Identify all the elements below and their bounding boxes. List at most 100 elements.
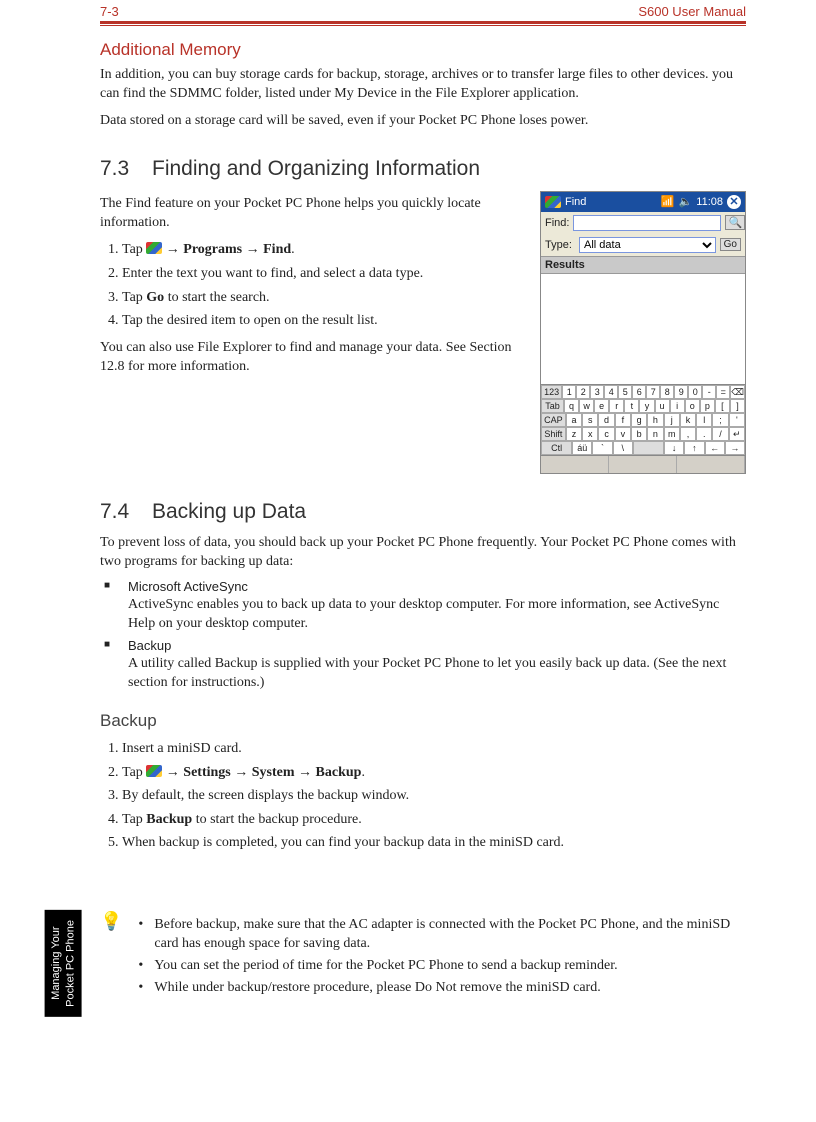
- kbd-key[interactable]: 1: [562, 385, 576, 399]
- steps-backup: Insert a miniSD card. Tap → Settings → S…: [100, 739, 746, 853]
- bullet-activesync: Microsoft ActiveSync ActiveSync enables …: [100, 579, 746, 634]
- kbd-key[interactable]: s: [582, 413, 598, 427]
- kbd-key[interactable]: Tab: [541, 399, 564, 413]
- ppc-signal-icon: 📶: [661, 195, 675, 208]
- kbd-key[interactable]: l: [696, 413, 712, 427]
- kbd-key[interactable]: ': [729, 413, 745, 427]
- bullets-7-4: Microsoft ActiveSync ActiveSync enables …: [100, 579, 746, 693]
- kbd-key[interactable]: \: [613, 441, 633, 455]
- kbd-key[interactable]: e: [594, 399, 609, 413]
- kbd-key[interactable]: ↓: [664, 441, 684, 455]
- kbd-key[interactable]: Shift: [541, 427, 566, 441]
- document-title: S600 User Manual: [638, 4, 746, 19]
- kbd-key[interactable]: f: [615, 413, 631, 427]
- kbd-key[interactable]: c: [598, 427, 614, 441]
- kbd-key[interactable]: [: [715, 399, 730, 413]
- kbd-key[interactable]: t: [624, 399, 639, 413]
- kbd-key[interactable]: 3: [590, 385, 604, 399]
- kbd-key[interactable]: y: [639, 399, 654, 413]
- kbd-key[interactable]: p: [700, 399, 715, 413]
- ppc-go-button[interactable]: Go: [720, 238, 741, 251]
- ppc-find-input[interactable]: [573, 215, 721, 231]
- kbd-key[interactable]: x: [582, 427, 598, 441]
- kbd-key[interactable]: 4: [604, 385, 618, 399]
- kbd-key[interactable]: a: [566, 413, 582, 427]
- step-7-3-3: Tap Go to start the search.: [122, 288, 524, 308]
- kbd-key[interactable]: /: [712, 427, 728, 441]
- heading-additional-memory: Additional Memory: [100, 40, 746, 60]
- tip-2: You can set the period of time for the P…: [132, 957, 746, 976]
- kbd-key[interactable]: r: [609, 399, 624, 413]
- kbd-key[interactable]: i: [670, 399, 685, 413]
- para-additional-memory-2: Data stored on a storage card will be sa…: [100, 112, 746, 131]
- kbd-key[interactable]: CAP: [541, 413, 566, 427]
- kbd-key[interactable]: o: [685, 399, 700, 413]
- kbd-key[interactable]: d: [598, 413, 614, 427]
- ppc-results-area: [541, 274, 745, 384]
- kbd-key[interactable]: ,: [680, 427, 696, 441]
- kbd-key[interactable]: ←: [705, 441, 725, 455]
- kbd-key[interactable]: g: [631, 413, 647, 427]
- start-icon: [146, 242, 162, 254]
- ppc-type-label: Type:: [545, 239, 575, 251]
- ppc-search-icon[interactable]: 🔍: [725, 215, 745, 230]
- step-7-3-1: Tap → Programs → Find.: [122, 240, 524, 260]
- kbd-key[interactable]: 9: [674, 385, 688, 399]
- ppc-results-header: Results: [541, 256, 745, 274]
- kbd-key[interactable]: .: [696, 427, 712, 441]
- bullet-backup: Backup A utility called Backup is suppli…: [100, 638, 746, 693]
- kbd-key[interactable]: 0: [688, 385, 702, 399]
- kbd-key[interactable]: q: [564, 399, 579, 413]
- para-7-3-intro: The Find feature on your Pocket PC Phone…: [100, 195, 524, 233]
- start-icon: [146, 765, 162, 777]
- step-backup-3: By default, the screen displays the back…: [122, 786, 746, 806]
- kbd-key[interactable]: 123: [541, 385, 562, 399]
- kbd-key[interactable]: b: [631, 427, 647, 441]
- kbd-key[interactable]: z: [566, 427, 582, 441]
- kbd-key[interactable]: [633, 441, 664, 455]
- heading-7-4: 7.4Backing up Data: [100, 500, 746, 524]
- step-7-3-2: Enter the text you want to find, and sel…: [122, 264, 524, 284]
- kbd-key[interactable]: 7: [646, 385, 660, 399]
- kbd-key[interactable]: ]: [730, 399, 745, 413]
- kbd-key[interactable]: ↵: [729, 427, 745, 441]
- kbd-key[interactable]: 8: [660, 385, 674, 399]
- kbd-key[interactable]: 2: [576, 385, 590, 399]
- kbd-key[interactable]: j: [664, 413, 680, 427]
- kbd-key[interactable]: k: [680, 413, 696, 427]
- step-backup-5: When backup is completed, you can find y…: [122, 833, 746, 853]
- heading-7-3: 7.3Finding and Organizing Information: [100, 157, 746, 181]
- para-7-4-intro: To prevent loss of data, you should back…: [100, 534, 746, 572]
- ppc-keyboard[interactable]: 1231234567890-=⌫ Tabqwertyuiop[] CAPasdf…: [541, 384, 745, 455]
- heading-7-3-number: 7.3: [100, 157, 152, 181]
- para-additional-memory-1: In addition, you can buy storage cards f…: [100, 66, 746, 104]
- kbd-key[interactable]: m: [664, 427, 680, 441]
- kbd-key[interactable]: h: [647, 413, 663, 427]
- kbd-key[interactable]: ↑: [684, 441, 704, 455]
- kbd-key[interactable]: n: [647, 427, 663, 441]
- heading-backup: Backup: [100, 711, 746, 731]
- kbd-key[interactable]: u: [655, 399, 670, 413]
- kbd-key[interactable]: ;: [712, 413, 728, 427]
- kbd-key[interactable]: v: [615, 427, 631, 441]
- kbd-key[interactable]: ⌫: [730, 385, 745, 399]
- ppc-type-select[interactable]: All data: [579, 237, 716, 253]
- chapter-side-tab: Managing YourPocket PC Phone: [45, 910, 82, 1017]
- kbd-key[interactable]: =: [716, 385, 730, 399]
- ppc-title-text: Find: [565, 196, 586, 208]
- ppc-close-icon[interactable]: ✕: [727, 195, 741, 209]
- kbd-key[interactable]: áü: [572, 441, 592, 455]
- kbd-key[interactable]: 5: [618, 385, 632, 399]
- kbd-key[interactable]: 6: [632, 385, 646, 399]
- kbd-key[interactable]: `: [592, 441, 612, 455]
- step-backup-1: Insert a miniSD card.: [122, 739, 746, 759]
- kbd-key[interactable]: →: [725, 441, 745, 455]
- tip-block: 💡 Before backup, make sure that the AC a…: [100, 913, 746, 1001]
- kbd-key[interactable]: Ctl: [541, 441, 572, 455]
- ppc-status-bar: [541, 455, 745, 473]
- ppc-speaker-icon: 🔈: [679, 195, 693, 208]
- step-backup-4: Tap Backup to start the backup procedure…: [122, 810, 746, 830]
- kbd-key[interactable]: -: [702, 385, 716, 399]
- kbd-key[interactable]: w: [579, 399, 594, 413]
- page-number: 7-3: [100, 4, 119, 19]
